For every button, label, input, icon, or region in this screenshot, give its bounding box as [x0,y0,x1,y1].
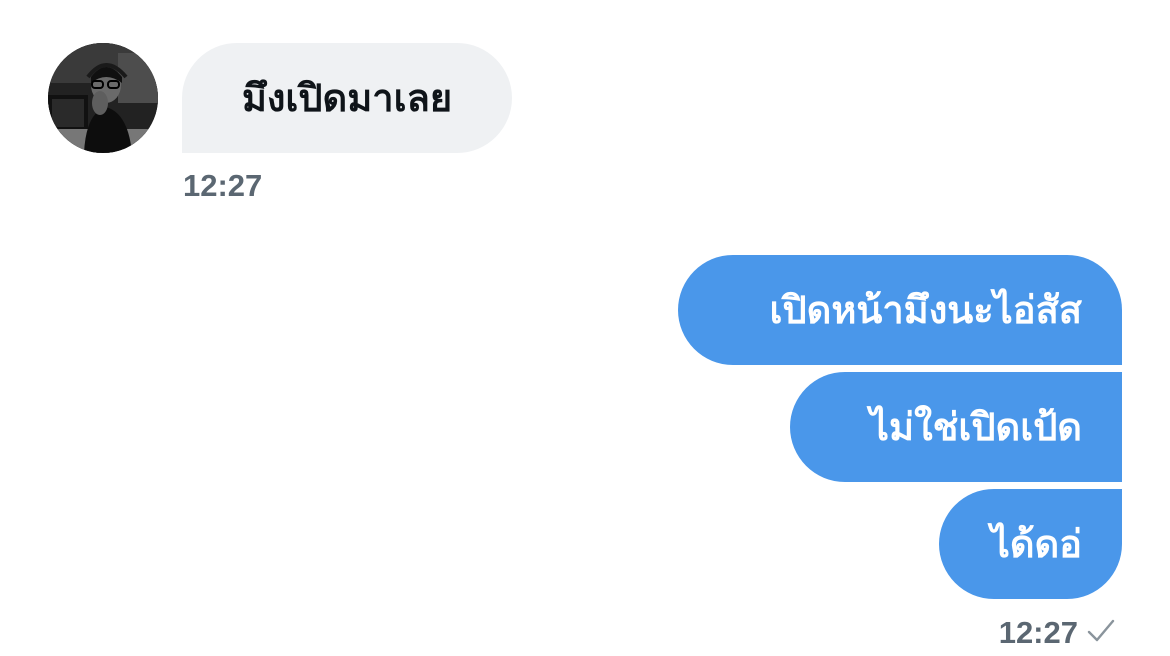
outgoing-message-bubble[interactable]: ได้ดอ่ [939,489,1122,599]
outgoing-message-time: 12:27 [998,615,1078,650]
outgoing-message-bubble[interactable]: ไม่ใช่เปิดเป้ด [790,372,1122,482]
outgoing-message-bubble[interactable]: เปิดหน้ามึงนะไอ่สัส [678,255,1122,365]
incoming-message-text: มึงเปิดมาเลย [241,76,453,120]
outgoing-message-text: ไม่ใช่เปิดเป้ด [869,405,1082,449]
incoming-message-time: 12:27 [183,168,263,203]
avatar-photo [48,43,158,153]
outgoing-message-text: เปิดหน้ามึงนะไอ่สัส [769,288,1082,332]
outgoing-message-text: ได้ดอ่ [990,522,1082,566]
contact-avatar[interactable] [48,43,158,153]
incoming-message-bubble[interactable]: มึงเปิดมาเลย [182,43,512,153]
checkmark-icon [1087,619,1115,642]
